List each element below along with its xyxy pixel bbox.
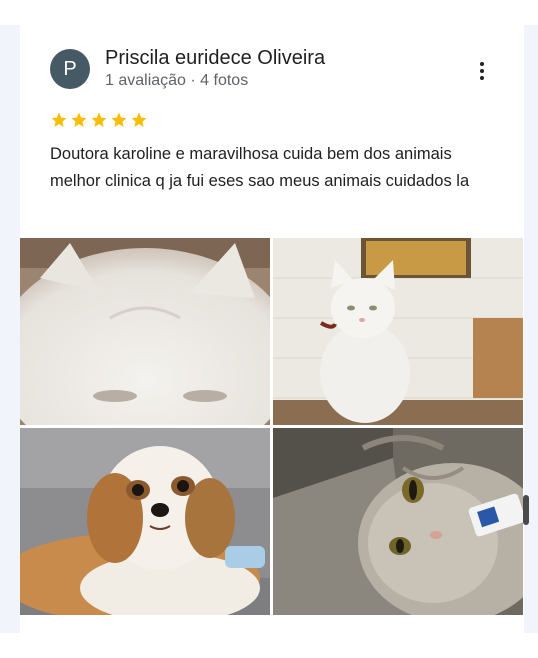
star-icon xyxy=(71,112,87,127)
page: P Priscila euridece Oliveira 1 avaliação… xyxy=(0,0,538,658)
star-icon xyxy=(91,112,107,127)
star-icon xyxy=(111,112,127,127)
review-photo-shih-tzu-dog[interactable] xyxy=(20,428,270,615)
review-photo-gray-tabby-cat[interactable] xyxy=(273,428,523,615)
review-text: Doutora karoline e maravilhosa cuida bem… xyxy=(50,145,470,190)
more-options-button[interactable] xyxy=(470,59,494,83)
star-icon xyxy=(51,112,67,127)
right-gutter xyxy=(524,25,538,633)
author-meta: 1 avaliação · 4 fotos xyxy=(105,72,249,89)
review-photo-white-cat-closeup[interactable] xyxy=(20,238,270,425)
star-rating xyxy=(50,111,148,129)
left-gutter xyxy=(0,25,20,633)
review-card: P Priscila euridece Oliveira 1 avaliação… xyxy=(20,25,524,633)
review-photo-white-cat-sitting[interactable] xyxy=(273,238,523,425)
scrollbar-thumb[interactable] xyxy=(523,495,529,525)
star-icon xyxy=(131,112,147,127)
author-name[interactable]: Priscila euridece Oliveira xyxy=(105,47,325,70)
avatar[interactable]: P xyxy=(50,49,90,89)
photo-grid xyxy=(20,238,523,615)
